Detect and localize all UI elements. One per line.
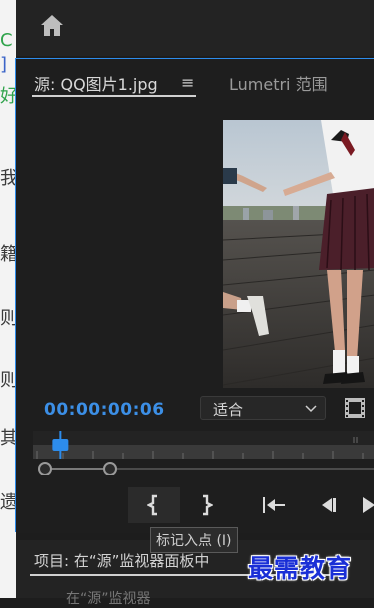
go-to-in-button[interactable] xyxy=(248,487,300,523)
film-icon[interactable] xyxy=(344,396,366,420)
source-monitor-panel: 源: QQ图片1.jpg ≡ Lumetri 范围 00:00:00:06 适合 xyxy=(15,58,374,533)
mark-in-tooltip: 标记入点 (I) xyxy=(150,527,238,553)
scroll-handle-left[interactable] xyxy=(38,462,52,476)
time-ruler[interactable] xyxy=(33,431,374,459)
mark-out-icon xyxy=(203,494,213,516)
panel-menu-icon[interactable]: ≡ xyxy=(181,73,194,92)
chevron-down-icon xyxy=(305,405,317,413)
left-strip-glyph: 籍 xyxy=(0,244,16,265)
tab-lumetri-scopes[interactable]: Lumetri 范围 xyxy=(229,71,328,95)
left-strip-glyph: C xyxy=(0,30,13,51)
watermark-text: 最需教育 xyxy=(248,554,353,583)
left-strip-glyph: 遗 xyxy=(0,492,16,513)
zoom-scrollbar[interactable] xyxy=(33,461,374,476)
project-panel-title[interactable]: 项目: 在“源”监视器面板中 xyxy=(34,550,209,571)
mark-in-button[interactable] xyxy=(128,487,180,523)
left-strip-glyph: ] xyxy=(0,54,8,75)
left-strip-glyph: 则 xyxy=(0,308,16,329)
left-strip-glyph: 好 xyxy=(0,86,16,107)
timecode-display[interactable]: 00:00:00:06 xyxy=(44,400,165,420)
zoom-fit-value: 适合 xyxy=(213,401,244,419)
go-to-in-icon xyxy=(263,497,285,513)
workspace-header xyxy=(16,0,374,56)
home-icon[interactable] xyxy=(38,12,66,40)
left-strip-glyph: 则 xyxy=(0,370,16,391)
play-button[interactable] xyxy=(354,487,374,523)
background-app-strip: C ] 好 我 籍 则 则 其 遗 xyxy=(0,0,16,598)
mark-out-button[interactable] xyxy=(180,487,232,523)
left-strip-glyph: 其 xyxy=(0,428,16,449)
active-tab-underline xyxy=(32,95,196,97)
play-icon xyxy=(363,497,374,513)
source-preview-image xyxy=(223,120,374,388)
zoom-fit-select[interactable]: 适合 xyxy=(200,396,326,420)
scroll-handle-right[interactable] xyxy=(103,462,117,476)
mark-in-icon xyxy=(147,494,157,516)
project-panel-text: 在“源”监视器 xyxy=(66,591,151,607)
left-strip-glyph: 我 xyxy=(0,168,16,189)
step-back-button[interactable] xyxy=(302,487,354,523)
step-back-icon xyxy=(322,498,336,512)
tab-source[interactable]: 源: QQ图片1.jpg xyxy=(34,71,158,95)
